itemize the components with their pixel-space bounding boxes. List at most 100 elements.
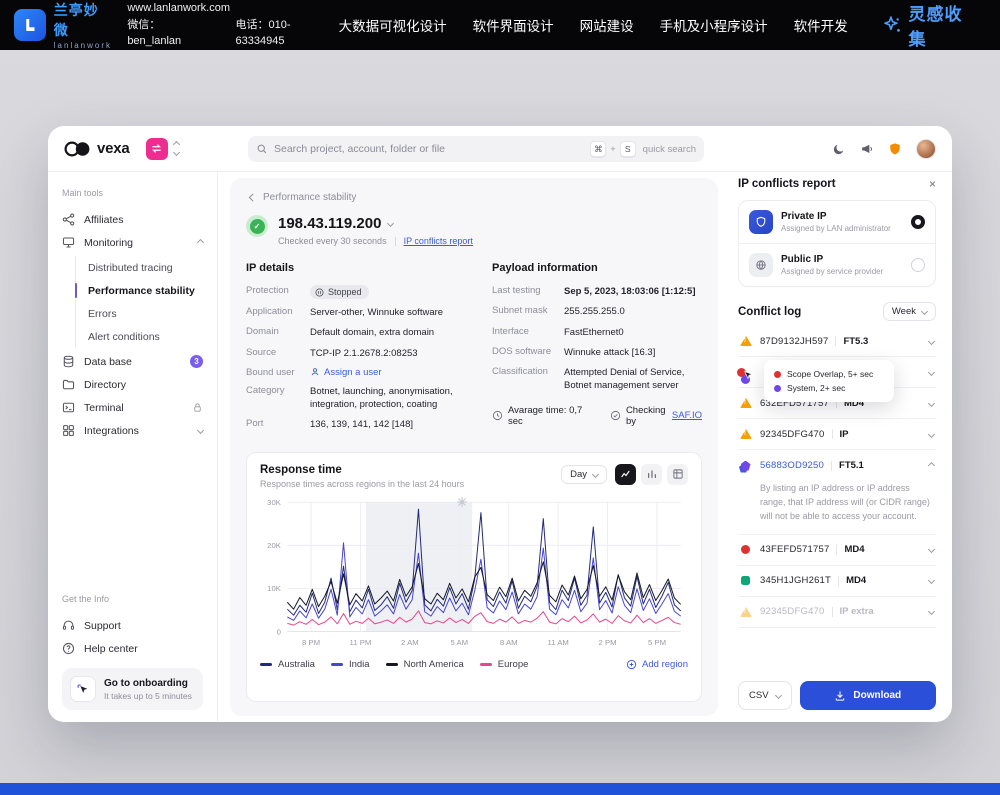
chevron-down-icon (921, 308, 928, 315)
sparkle-collect-icon (882, 15, 902, 35)
sidebar-item-database[interactable]: Data base 3 (62, 350, 203, 373)
checking-by: Checking by SAF.IO (610, 405, 702, 427)
add-region-link[interactable]: Add region (626, 659, 688, 670)
table-view-button[interactable] (667, 464, 688, 485)
dark-mode-button[interactable] (832, 142, 846, 156)
user-avatar[interactable] (916, 139, 936, 159)
onboarding-title: Go to onboarding (104, 678, 192, 689)
assign-user-link[interactable]: Assign a user (310, 367, 382, 378)
log-row[interactable]: 43FEFD571757 MD4 (738, 535, 936, 566)
line-chart-view-button[interactable] (615, 464, 636, 485)
onboarding-card[interactable]: Go to onboarding It takes up to 5 minute… (62, 668, 203, 710)
sidebar-item-help-center[interactable]: Help center (62, 637, 203, 660)
ip-conflicts-report-link[interactable]: IP conflicts report (404, 236, 473, 246)
quick-search-hint: quick search (643, 144, 696, 155)
saf-io-link[interactable]: SAF.IO (672, 410, 702, 421)
submenu-distributed-tracing[interactable]: Distributed tracing (88, 256, 203, 279)
sidebar-item-integrations[interactable]: Integrations (62, 419, 203, 442)
onboarding-cursor-icon (70, 676, 96, 702)
database-count-badge: 3 (190, 355, 203, 368)
legend-india[interactable]: India (331, 659, 370, 670)
log-hover-tooltip: Scope Overlap, 5+ sec System, 2+ sec (764, 360, 894, 402)
chevron-down-icon (928, 399, 935, 406)
chart-legend: Australia India North America Europe Add… (260, 659, 688, 670)
nav-mobile[interactable]: 手机及小程序设计 (660, 15, 768, 35)
nav-software-ui[interactable]: 软件界面设计 (473, 15, 554, 35)
svg-text:5 PM: 5 PM (648, 638, 666, 647)
sidebar-label: Data base (84, 356, 132, 368)
submenu-alert-conditions[interactable]: Alert conditions (88, 325, 203, 348)
ip-chevron-down-icon[interactable] (387, 220, 394, 227)
response-time-card: Response time Response times across regi… (246, 452, 702, 702)
option-private-ip[interactable]: Private IP Assigned by LAN administrator (739, 201, 935, 243)
payload-title: Payload information (492, 262, 702, 274)
log-row-disabled[interactable]: 92345DFG470 IP extra (738, 597, 936, 628)
svg-text:8 PM: 8 PM (302, 638, 320, 647)
app-logo: vexa (64, 140, 130, 157)
security-status-button[interactable] (888, 142, 902, 156)
search-input[interactable] (274, 143, 590, 155)
sidebar-item-support[interactable]: Support (62, 614, 203, 637)
panel-title: IP conflicts report (738, 178, 836, 190)
workspace-switch-button[interactable] (146, 138, 168, 160)
warning-icon (740, 336, 752, 346)
megaphone-icon (860, 142, 874, 156)
log-row[interactable]: 87D9132JH597 FT5.3 (738, 326, 936, 357)
inspiration-collect-link[interactable]: 灵感收集 (882, 0, 980, 50)
radio-public-ip[interactable] (911, 258, 925, 272)
bottom-accent-bar (0, 783, 1000, 795)
period-select[interactable]: Day (561, 465, 607, 484)
private-ip-icon (749, 210, 773, 234)
svg-text:30K: 30K (267, 498, 282, 507)
download-button[interactable]: Download (800, 681, 936, 710)
website: www.lanlanwork.com (127, 0, 338, 17)
log-period-select[interactable]: Week (883, 302, 936, 321)
svg-text:5 AM: 5 AM (450, 638, 468, 647)
chevron-up-icon (198, 240, 203, 245)
nav-bigdata[interactable]: 大数据可视化设计 (339, 15, 447, 35)
brand-name-en: lanlanwork (54, 41, 114, 50)
status-ok-icon: ✓ (246, 215, 268, 237)
svg-text:0: 0 (277, 627, 281, 636)
help-icon (62, 642, 75, 655)
export-format-select[interactable]: CSV (738, 681, 792, 710)
workspace-select-chevrons[interactable] (174, 142, 179, 155)
terminal-icon (62, 401, 75, 414)
search-icon (256, 143, 268, 155)
ip-address-heading: 198.43.119.200 (278, 215, 473, 232)
sidebar-item-directory[interactable]: Directory (62, 373, 203, 396)
log-row[interactable]: 92345DFG470 IP (738, 419, 936, 450)
option-public-ip[interactable]: Public IP Assigned by service provider (739, 243, 935, 286)
submenu-errors[interactable]: Errors (88, 302, 203, 325)
sidebar-item-terminal[interactable]: Terminal (62, 396, 203, 419)
nav-dev[interactable]: 软件开发 (794, 15, 848, 35)
brand[interactable]: 兰亭妙微 lanlanwork (14, 0, 113, 50)
warning-icon (740, 398, 752, 408)
legend-australia[interactable]: Australia (260, 659, 315, 670)
topnav: 大数据可视化设计 软件界面设计 网站建设 手机及小程序设计 软件开发 (339, 15, 848, 35)
brand-logo-icon (14, 9, 46, 41)
main-content: Performance stability ✓ 198.43.119.200 C… (230, 178, 718, 716)
breadcrumb[interactable]: Performance stability (246, 192, 702, 203)
submenu-performance-stability[interactable]: Performance stability (88, 279, 203, 302)
log-row[interactable]: 345H1JGH261T MD4 (738, 566, 936, 597)
check-circle-icon (610, 410, 621, 421)
announcements-button[interactable] (860, 142, 874, 156)
chart-subtitle: Response times across regions in the las… (260, 479, 464, 489)
download-icon (834, 690, 846, 702)
sidebar-item-monitoring[interactable]: Monitoring (62, 231, 203, 254)
sidebar-item-affiliates[interactable]: Affiliates (62, 208, 203, 231)
chevron-down-icon (928, 368, 935, 375)
legend-north-america[interactable]: North America (386, 659, 464, 670)
sidebar-label: Monitoring (84, 237, 133, 249)
teal-square-icon (741, 576, 750, 585)
add-region-icon (626, 659, 637, 670)
clock-icon (492, 410, 503, 421)
nav-website[interactable]: 网站建设 (580, 15, 634, 35)
average-time: Avarage time: 0,7 sec (492, 405, 588, 427)
legend-europe[interactable]: Europe (480, 659, 529, 670)
shield-icon (888, 142, 902, 156)
close-icon[interactable]: × (929, 178, 936, 190)
radio-private-ip[interactable] (911, 215, 925, 229)
bar-chart-view-button[interactable] (641, 464, 662, 485)
